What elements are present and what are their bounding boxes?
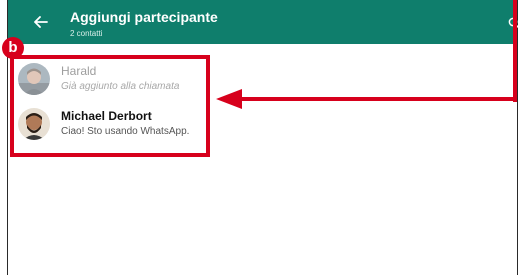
contact-row-michael-derbort[interactable]: Michael Derbort Ciao! Sto usando WhatsAp… <box>14 104 208 148</box>
contact-row-harald: Harald Già aggiunto alla chiamata <box>14 59 208 103</box>
contact-name: Michael Derbort <box>61 109 152 123</box>
avatar <box>18 108 50 140</box>
contact-status: Ciao! Sto usando WhatsApp. <box>61 126 190 137</box>
app-bar: Aggiungi partecipante 2 contatti <box>8 0 520 44</box>
contact-name: Harald <box>61 64 97 78</box>
page-title: Aggiungi partecipante <box>70 9 218 25</box>
annotation-badge: b <box>2 37 24 59</box>
annotation-arrow-line <box>513 0 517 102</box>
page-subtitle: 2 contatti <box>70 29 103 38</box>
arrow-left-icon[interactable] <box>34 15 48 29</box>
annotation-arrow-line <box>240 97 517 101</box>
avatar <box>18 63 50 95</box>
contact-status: Già aggiunto alla chiamata <box>61 81 180 92</box>
annotation-arrowhead-icon <box>216 89 242 109</box>
